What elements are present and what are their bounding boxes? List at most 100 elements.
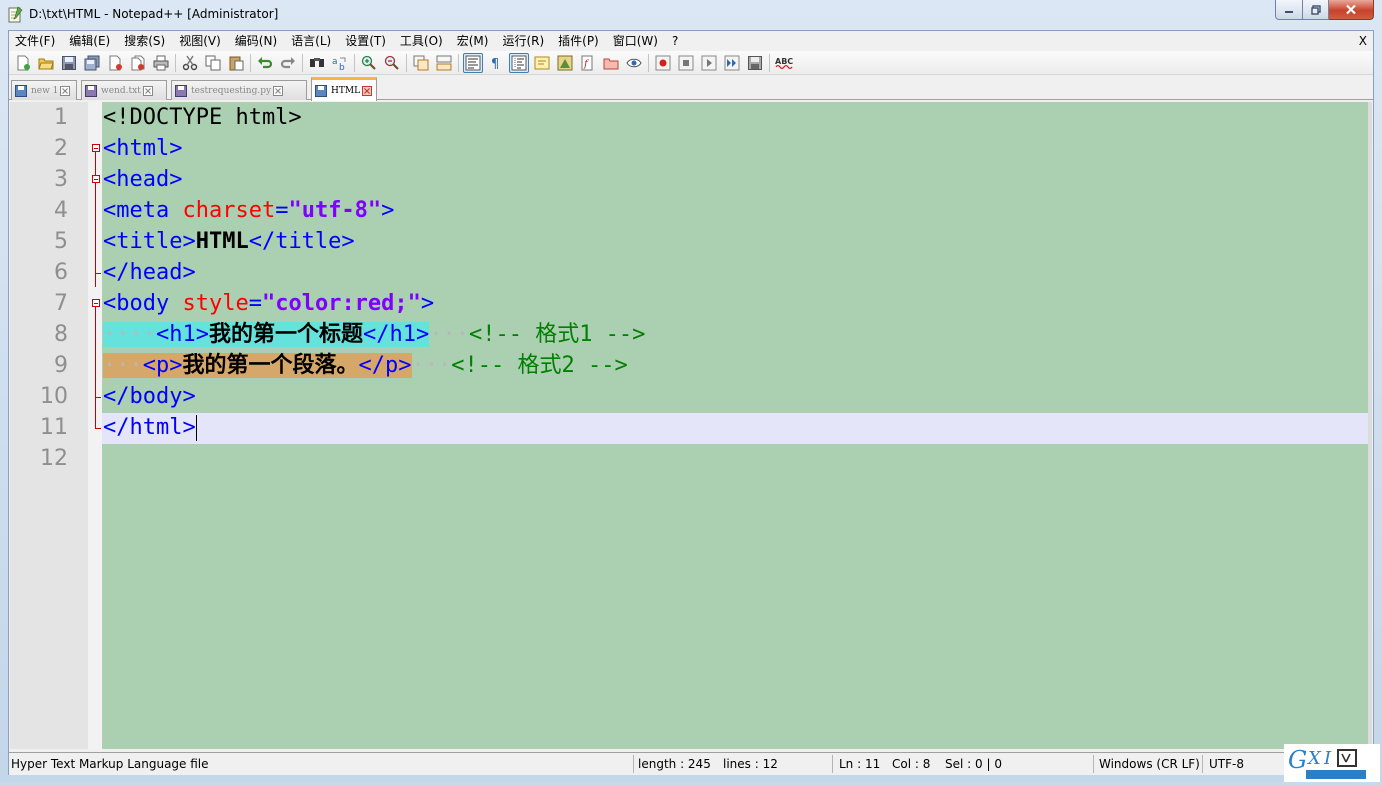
menu-run[interactable]: 运行(R) xyxy=(495,31,551,51)
title-bar[interactable]: D:\txt\HTML - Notepad++ [Administrator] xyxy=(0,0,1382,30)
save-icon[interactable] xyxy=(59,53,79,73)
tag: > xyxy=(420,291,435,316)
status-encoding: UTF-8 xyxy=(1209,757,1244,771)
replace-icon[interactable]: ab xyxy=(330,53,350,73)
fold-toggle-html[interactable] xyxy=(92,144,100,152)
tab-bar: new 1 wend.txt testrequesting.py HTML xyxy=(9,76,1373,101)
tab-html[interactable]: HTML xyxy=(311,77,377,101)
stop-macro-icon[interactable] xyxy=(676,53,696,73)
tab-wend-txt[interactable]: wend.txt xyxy=(81,80,167,100)
spellcheck-icon[interactable]: ABC xyxy=(774,53,794,73)
folder-as-workspace-icon[interactable] xyxy=(601,53,621,73)
equals: = xyxy=(248,291,262,316)
svg-text:ABC: ABC xyxy=(775,57,793,66)
toolbar-separator xyxy=(648,53,649,72)
record-macro-icon[interactable] xyxy=(653,53,673,73)
document-map-icon[interactable] xyxy=(555,53,575,73)
cut-icon[interactable] xyxy=(180,53,200,73)
line-number-gutter: 1 2 3 4 5 6 7 8 9 10 11 12 xyxy=(10,102,88,749)
line-number: 5 xyxy=(54,229,68,254)
notepadpp-window: D:\txt\HTML - Notepad++ [Administrator] … xyxy=(0,0,1382,782)
tab-testrequesting-py[interactable]: testrequesting.py xyxy=(171,80,307,100)
tag: </p> xyxy=(358,353,412,378)
menu-edit[interactable]: 编辑(E) xyxy=(62,31,117,51)
code-line-7: <body style="color:red;"> xyxy=(103,288,434,319)
saved-file-icon xyxy=(315,84,327,97)
run-macro-multiple-icon[interactable] xyxy=(722,53,742,73)
find-icon[interactable] xyxy=(307,53,327,73)
equals: = xyxy=(275,198,289,223)
tab-close-icon[interactable] xyxy=(142,85,153,96)
monitoring-eye-icon[interactable] xyxy=(624,53,644,73)
status-divider xyxy=(832,755,833,773)
play-macro-icon[interactable] xyxy=(699,53,719,73)
whitespace-dots: ··· xyxy=(103,353,143,378)
line-number: 10 xyxy=(40,384,68,409)
save-macro-icon[interactable] xyxy=(745,53,765,73)
highlighted-style-2: ···<p>我的第一个段落。</p> xyxy=(103,353,412,378)
sync-horizontal-icon[interactable] xyxy=(434,53,454,73)
print-icon[interactable] xyxy=(151,53,171,73)
redo-icon[interactable] xyxy=(278,53,298,73)
tag: <p> xyxy=(142,353,183,378)
menu-tools[interactable]: 工具(O) xyxy=(393,31,450,51)
tab-label: wend.txt xyxy=(101,85,141,96)
status-divider xyxy=(633,755,634,773)
menu-help[interactable]: ? xyxy=(665,31,685,51)
open-file-icon[interactable] xyxy=(36,53,56,73)
new-file-icon[interactable] xyxy=(13,53,33,73)
tab-close-icon[interactable] xyxy=(362,85,373,96)
paste-icon[interactable] xyxy=(226,53,246,73)
text-content: 我的第一个标题 xyxy=(208,322,363,347)
function-list-icon[interactable]: f xyxy=(578,53,598,73)
menu-file[interactable]: 文件(F) xyxy=(9,31,62,51)
close-document-button[interactable]: X xyxy=(1359,31,1367,51)
menu-window[interactable]: 窗口(W) xyxy=(606,31,665,51)
close-icon xyxy=(1346,4,1356,15)
menu-view[interactable]: 视图(V) xyxy=(172,31,228,51)
comment: <!-- 格式2 --> xyxy=(451,353,628,378)
line-number: 4 xyxy=(54,198,68,223)
vertical-scrollbar[interactable] xyxy=(1368,102,1372,749)
minimize-button[interactable] xyxy=(1275,0,1303,20)
app-client-area: 文件(F) 编辑(E) 搜索(S) 视图(V) 编码(N) 语言(L) 设置(T… xyxy=(8,30,1374,775)
close-all-icon[interactable] xyxy=(128,53,148,73)
sync-vertical-icon[interactable] xyxy=(411,53,431,73)
text-content: HTML xyxy=(195,229,249,254)
word-wrap-icon[interactable] xyxy=(463,52,483,73)
text-content: 我的第一个段落。 xyxy=(182,353,359,378)
menu-search[interactable]: 搜索(S) xyxy=(117,31,172,51)
indent-guide-icon[interactable] xyxy=(509,52,529,73)
fold-toggle-head[interactable] xyxy=(92,175,100,183)
tag: </body> xyxy=(103,384,196,409)
fold-toggle-body[interactable] xyxy=(92,299,100,307)
tab-label: new 1 xyxy=(31,85,59,96)
menu-settings[interactable]: 设置(T) xyxy=(338,31,393,51)
close-file-icon[interactable] xyxy=(105,53,125,73)
highlighted-style-1: ····<h1>我的第一个标题</h1> xyxy=(103,322,430,347)
save-all-icon[interactable] xyxy=(82,53,102,73)
zoom-in-icon[interactable] xyxy=(359,53,379,73)
saved-file-icon xyxy=(15,84,27,97)
tag: <head> xyxy=(103,167,183,192)
attribute: style xyxy=(182,291,249,316)
copy-icon[interactable] xyxy=(203,53,223,73)
zoom-out-icon[interactable] xyxy=(382,53,402,73)
close-window-button[interactable] xyxy=(1329,0,1374,20)
svg-text:X: X xyxy=(1306,748,1322,769)
tab-close-icon[interactable] xyxy=(60,85,71,96)
svg-text:I: I xyxy=(1323,748,1332,769)
show-all-characters-icon[interactable]: ¶ xyxy=(486,53,506,73)
tab-new-1[interactable]: new 1 xyxy=(11,80,77,100)
undo-icon[interactable] xyxy=(255,53,275,73)
menu-language[interactable]: 语言(L) xyxy=(284,31,338,51)
tab-close-icon[interactable] xyxy=(273,85,284,96)
restore-button[interactable] xyxy=(1303,0,1329,20)
menu-macro[interactable]: 宏(M) xyxy=(450,31,496,51)
user-defined-language-icon[interactable] xyxy=(532,53,552,73)
line-number: 6 xyxy=(54,260,68,285)
toolbar-separator xyxy=(250,53,251,72)
code-editor[interactable]: 1 2 3 4 5 6 7 8 9 10 11 12 <!DOCTYPE htm… xyxy=(10,102,1372,749)
menu-encoding[interactable]: 编码(N) xyxy=(228,31,284,51)
menu-plugins[interactable]: 插件(P) xyxy=(551,31,606,51)
